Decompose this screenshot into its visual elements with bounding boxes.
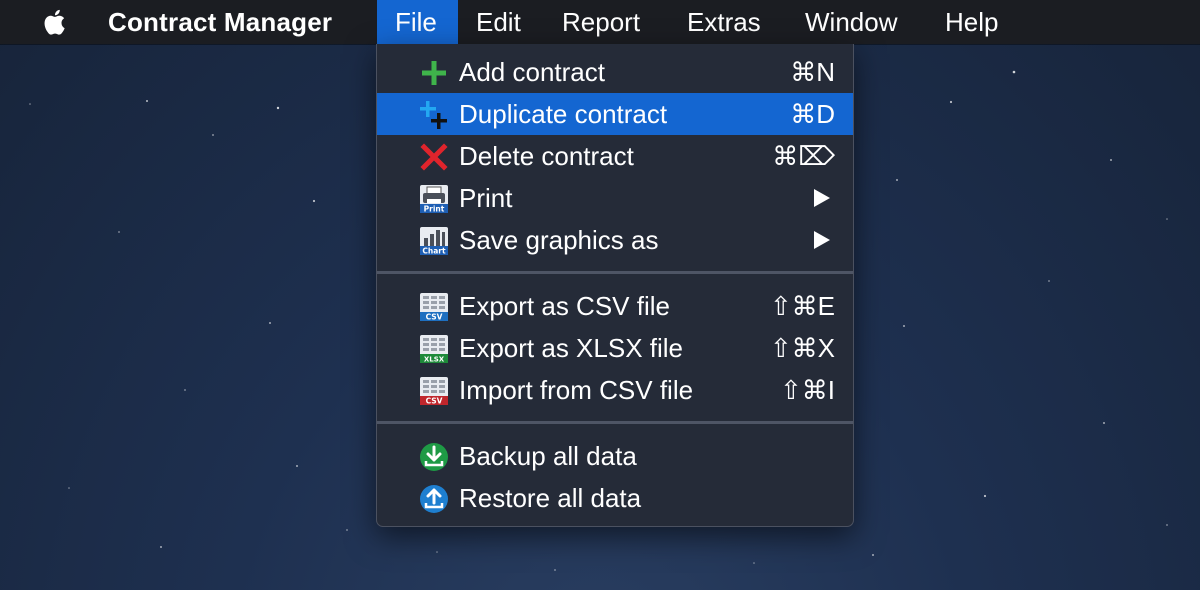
shortcut-label: ⇧⌘X bbox=[769, 333, 835, 363]
menu-item-label: Export as CSV file bbox=[459, 291, 670, 321]
menu-file[interactable]: File bbox=[377, 0, 458, 44]
print-badge-text: Print bbox=[424, 205, 445, 214]
chart-badge-text: Chart bbox=[422, 247, 446, 256]
shortcut-label: ⌘N bbox=[790, 57, 835, 87]
menu-item-import-csv[interactable]: CSV Import from CSV file ⇧⌘I bbox=[377, 369, 853, 411]
menu-item-print[interactable]: Print Print bbox=[377, 177, 853, 219]
menu-item-duplicate-contract[interactable]: Duplicate contract ⌘D bbox=[377, 93, 853, 135]
submenu-arrow-icon bbox=[814, 189, 830, 207]
printer-icon: Print bbox=[420, 185, 448, 214]
menu-extras[interactable]: Extras bbox=[669, 0, 779, 44]
menu-window[interactable]: Window bbox=[787, 0, 915, 44]
submenu-arrow-icon bbox=[814, 231, 830, 249]
menu-item-label: Export as XLSX file bbox=[459, 333, 683, 363]
menu-item-label: Delete contract bbox=[459, 141, 634, 171]
menu-help[interactable]: Help bbox=[927, 0, 1016, 44]
menu-item-backup-all-data[interactable]: Backup all data bbox=[377, 435, 853, 477]
csv-import-icon: CSV bbox=[420, 377, 448, 406]
menu-item-label: Import from CSV file bbox=[459, 375, 694, 405]
menu-item-delete-contract[interactable]: Delete contract ⌘⌦ bbox=[377, 135, 853, 177]
xlsx-export-icon: XLSX bbox=[420, 335, 448, 364]
csv-badge-text: CSV bbox=[426, 397, 443, 406]
menu-item-label: Restore all data bbox=[459, 483, 642, 513]
add-icon bbox=[422, 61, 446, 85]
menu-item-restore-all-data[interactable]: Restore all data bbox=[377, 477, 853, 519]
menu-item-export-xlsx[interactable]: XLSX Export as XLSX file ⇧⌘X bbox=[377, 327, 853, 369]
menu-separator bbox=[377, 421, 853, 424]
chart-icon: Chart bbox=[420, 227, 448, 256]
menu-item-label: Print bbox=[459, 183, 513, 213]
menu-item-save-graphics-as[interactable]: Chart Save graphics as bbox=[377, 219, 853, 261]
apple-logo-icon[interactable] bbox=[41, 7, 71, 37]
menu-item-label: Add contract bbox=[459, 57, 605, 87]
shortcut-label: ⇧⌘I bbox=[779, 375, 835, 405]
menu-item-label: Duplicate contract bbox=[459, 99, 668, 129]
shortcut-label: ⌘⌦ bbox=[772, 141, 835, 171]
menu-item-label: Save graphics as bbox=[459, 225, 659, 255]
file-menu-dropdown: Add contract ⌘N Duplicate contract ⌘D De… bbox=[376, 44, 854, 527]
menu-item-label: Backup all data bbox=[459, 441, 637, 471]
shortcut-label: ⇧⌘E bbox=[769, 291, 835, 321]
upload-icon bbox=[420, 485, 448, 513]
csv-badge-text: CSV bbox=[426, 313, 443, 322]
delete-icon bbox=[420, 143, 448, 171]
menu-item-export-csv[interactable]: CSV Export as CSV file ⇧⌘E bbox=[377, 285, 853, 327]
download-icon bbox=[420, 443, 448, 471]
shortcut-label: ⌘D bbox=[790, 99, 835, 129]
csv-export-icon: CSV bbox=[420, 293, 448, 322]
menu-bar: Contract Manager File Edit Report Extras… bbox=[0, 0, 1200, 44]
xlsx-badge-text: XLSX bbox=[424, 356, 445, 364]
app-name[interactable]: Contract Manager bbox=[108, 0, 332, 44]
menu-edit[interactable]: Edit bbox=[458, 0, 539, 44]
duplicate-icon bbox=[420, 101, 447, 129]
menu-report[interactable]: Report bbox=[544, 0, 658, 44]
menu-item-add-contract[interactable]: Add contract ⌘N bbox=[377, 51, 853, 93]
menu-separator bbox=[377, 271, 853, 274]
